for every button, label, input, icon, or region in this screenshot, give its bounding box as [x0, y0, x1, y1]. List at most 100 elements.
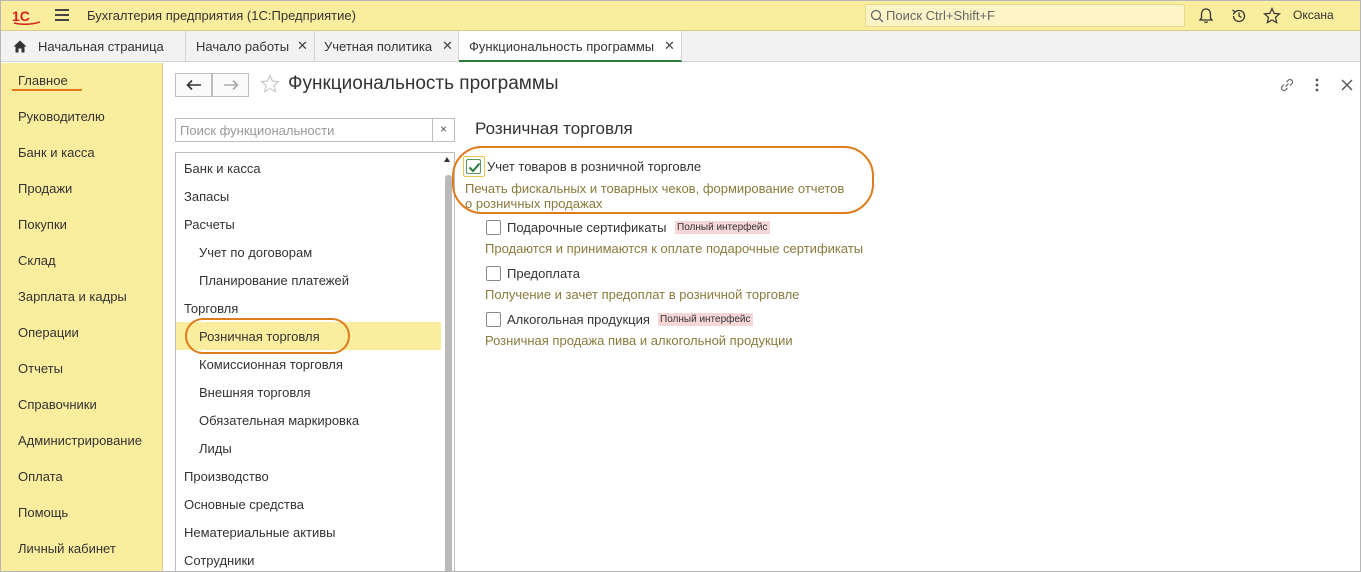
sidebar-item-salary[interactable]: Зарплата и кадры [18, 289, 127, 304]
home-icon [13, 40, 27, 53]
sidebar-item-warehouse[interactable]: Склад [18, 253, 56, 268]
sidebar-item-purchases[interactable]: Покупки [18, 217, 67, 232]
tree-item-retail[interactable]: Розничная торговля [176, 322, 441, 350]
tab-start[interactable]: Начало работы ✕ [186, 31, 315, 62]
functionality-search-input[interactable] [180, 122, 430, 139]
favorite-star-icon[interactable] [260, 74, 280, 94]
active-section-underline [12, 89, 82, 91]
close-icon[interactable]: ✕ [442, 38, 453, 54]
prepayment-label[interactable]: Предоплата [507, 266, 580, 281]
forward-button[interactable] [212, 73, 249, 97]
sidebar-item-manager[interactable]: Руководителю [18, 109, 105, 124]
clear-search-button[interactable]: × [432, 119, 454, 141]
retail-accounting-label[interactable]: Учет товаров в розничной торговле [487, 159, 701, 174]
sidebar-item-payment[interactable]: Оплата [18, 469, 63, 484]
sidebar-item-main[interactable]: Главное [18, 73, 68, 88]
functionality-tree: Банк и касса Запасы Расчеты Учет по дого… [175, 152, 455, 571]
tree-item-trade[interactable]: Торговля [176, 294, 441, 322]
tree-item-label: Основные средства [184, 497, 304, 512]
alcohol-label[interactable]: Алкогольная продукция [507, 312, 650, 327]
tab-accounting-policy[interactable]: Учетная политика ✕ [315, 31, 459, 62]
sidebar-item-operations[interactable]: Операции [18, 325, 79, 340]
tab-label: Функциональность программы [469, 39, 655, 54]
sidebar-item-bank[interactable]: Банк и касса [18, 145, 95, 160]
tree-item-label: Лиды [199, 441, 232, 456]
star-icon[interactable] [1263, 7, 1281, 25]
tree-item-fixed-assets[interactable]: Основные средства [176, 490, 441, 518]
sidebar-item-reports[interactable]: Отчеты [18, 361, 63, 376]
sidebar-item-account[interactable]: Личный кабинет [18, 541, 116, 556]
tree-item-payment-planning[interactable]: Планирование платежей [176, 266, 441, 294]
close-icon[interactable]: ✕ [664, 38, 675, 54]
app-window: 1С Бухгалтерия предприятия (1С:Предприят… [0, 0, 1361, 572]
retail-accounting-checkbox[interactable] [466, 159, 481, 174]
back-arrow-icon [186, 79, 201, 91]
sidebar-item-directories[interactable]: Справочники [18, 397, 97, 412]
tree-item-intangible-assets[interactable]: Нематериальные активы [176, 518, 441, 546]
tree-item-employees[interactable]: Сотрудники [176, 546, 441, 571]
tree-item-label: Банк и касса [184, 161, 261, 176]
history-icon[interactable] [1230, 7, 1248, 25]
tree-item-label: Запасы [184, 189, 230, 204]
tree-item-label: Розничная торговля [199, 329, 320, 344]
sidebar-item-administration[interactable]: Администрирование [18, 433, 142, 448]
menu-icon[interactable] [55, 9, 69, 21]
tab-home[interactable]: Начальная страница [1, 31, 186, 62]
tree-item-label: Планирование платежей [199, 273, 349, 288]
tree-item-inventory[interactable]: Запасы [176, 182, 441, 210]
tree-item-commission[interactable]: Комиссионная торговля [176, 350, 441, 378]
tree-item-label: Торговля [184, 301, 239, 316]
1c-logo[interactable]: 1С [12, 7, 42, 25]
scroll-up-icon[interactable] [444, 157, 450, 162]
prepayment-description: Получение и зачет предоплат в розничной … [485, 287, 800, 302]
more-icon[interactable] [1308, 76, 1326, 94]
tab-label: Учетная политика [324, 39, 433, 54]
tree-item-label: Обязательная маркировка [199, 413, 360, 428]
alcohol-checkbox[interactable] [486, 312, 501, 327]
tree-item-foreign-trade[interactable]: Внешняя торговля [176, 378, 441, 406]
tree-item-settlements[interactable]: Расчеты [176, 210, 441, 238]
tree-item-label: Нематериальные активы [184, 525, 336, 540]
tree-item-production[interactable]: Производство [176, 462, 441, 490]
app-title: Бухгалтерия предприятия (1С:Предприятие) [87, 8, 356, 23]
checkmark-icon [468, 162, 481, 173]
top-bar: 1С Бухгалтерия предприятия (1С:Предприят… [1, 1, 1360, 31]
tree-item-label: Сотрудники [184, 553, 255, 568]
svg-text:1С: 1С [12, 8, 30, 24]
search-icon [870, 9, 884, 23]
tab-label: Начало работы [196, 39, 290, 54]
global-search-input[interactable] [886, 7, 1181, 24]
alcohol-description: Розничная продажа пива и алкогольной про… [485, 333, 793, 348]
tree-item-bank[interactable]: Банк и касса [176, 154, 441, 182]
functionality-search[interactable]: × [175, 118, 455, 142]
sidebar: Главное Руководителю Банк и касса Продаж… [1, 63, 163, 571]
user-name[interactable]: Оксана [1293, 8, 1334, 22]
bell-icon[interactable] [1197, 7, 1215, 25]
retail-accounting-description-line2: о розничных продажах [465, 196, 603, 211]
sidebar-item-help[interactable]: Помощь [18, 505, 68, 520]
tree-scrollbar[interactable] [442, 153, 454, 571]
prepayment-checkbox[interactable] [486, 266, 501, 281]
gift-certificates-checkbox[interactable] [486, 220, 501, 235]
retail-accounting-description: Печать фискальных и товарных чеков, форм… [465, 181, 845, 196]
tree-item-leads[interactable]: Лиды [176, 434, 441, 462]
tree-item-label: Внешняя торговля [199, 385, 311, 400]
close-icon[interactable]: ✕ [297, 38, 308, 54]
scrollbar-thumb[interactable] [445, 175, 452, 571]
full-interface-badge: Полный интерфейс [675, 221, 770, 234]
gift-certificates-description: Продаются и принимаются к оплате подароч… [485, 241, 864, 256]
tab-label: Начальная страница [38, 39, 164, 54]
link-icon[interactable] [1278, 76, 1296, 94]
tree-item-label: Расчеты [184, 217, 235, 232]
global-search[interactable] [865, 4, 1185, 27]
sidebar-item-sales[interactable]: Продажи [18, 181, 72, 196]
tree-item-label: Производство [184, 469, 269, 484]
tree-item-contracts[interactable]: Учет по договорам [176, 238, 441, 266]
back-button[interactable] [175, 73, 212, 97]
close-icon[interactable] [1338, 76, 1356, 94]
gift-certificates-label[interactable]: Подарочные сертификаты [507, 220, 666, 235]
tree-item-label: Учет по договорам [199, 245, 313, 260]
tab-functionality[interactable]: Функциональность программы ✕ [459, 31, 682, 62]
tree-item-marking[interactable]: Обязательная маркировка [176, 406, 441, 434]
section-title: Розничная торговля [475, 119, 633, 138]
